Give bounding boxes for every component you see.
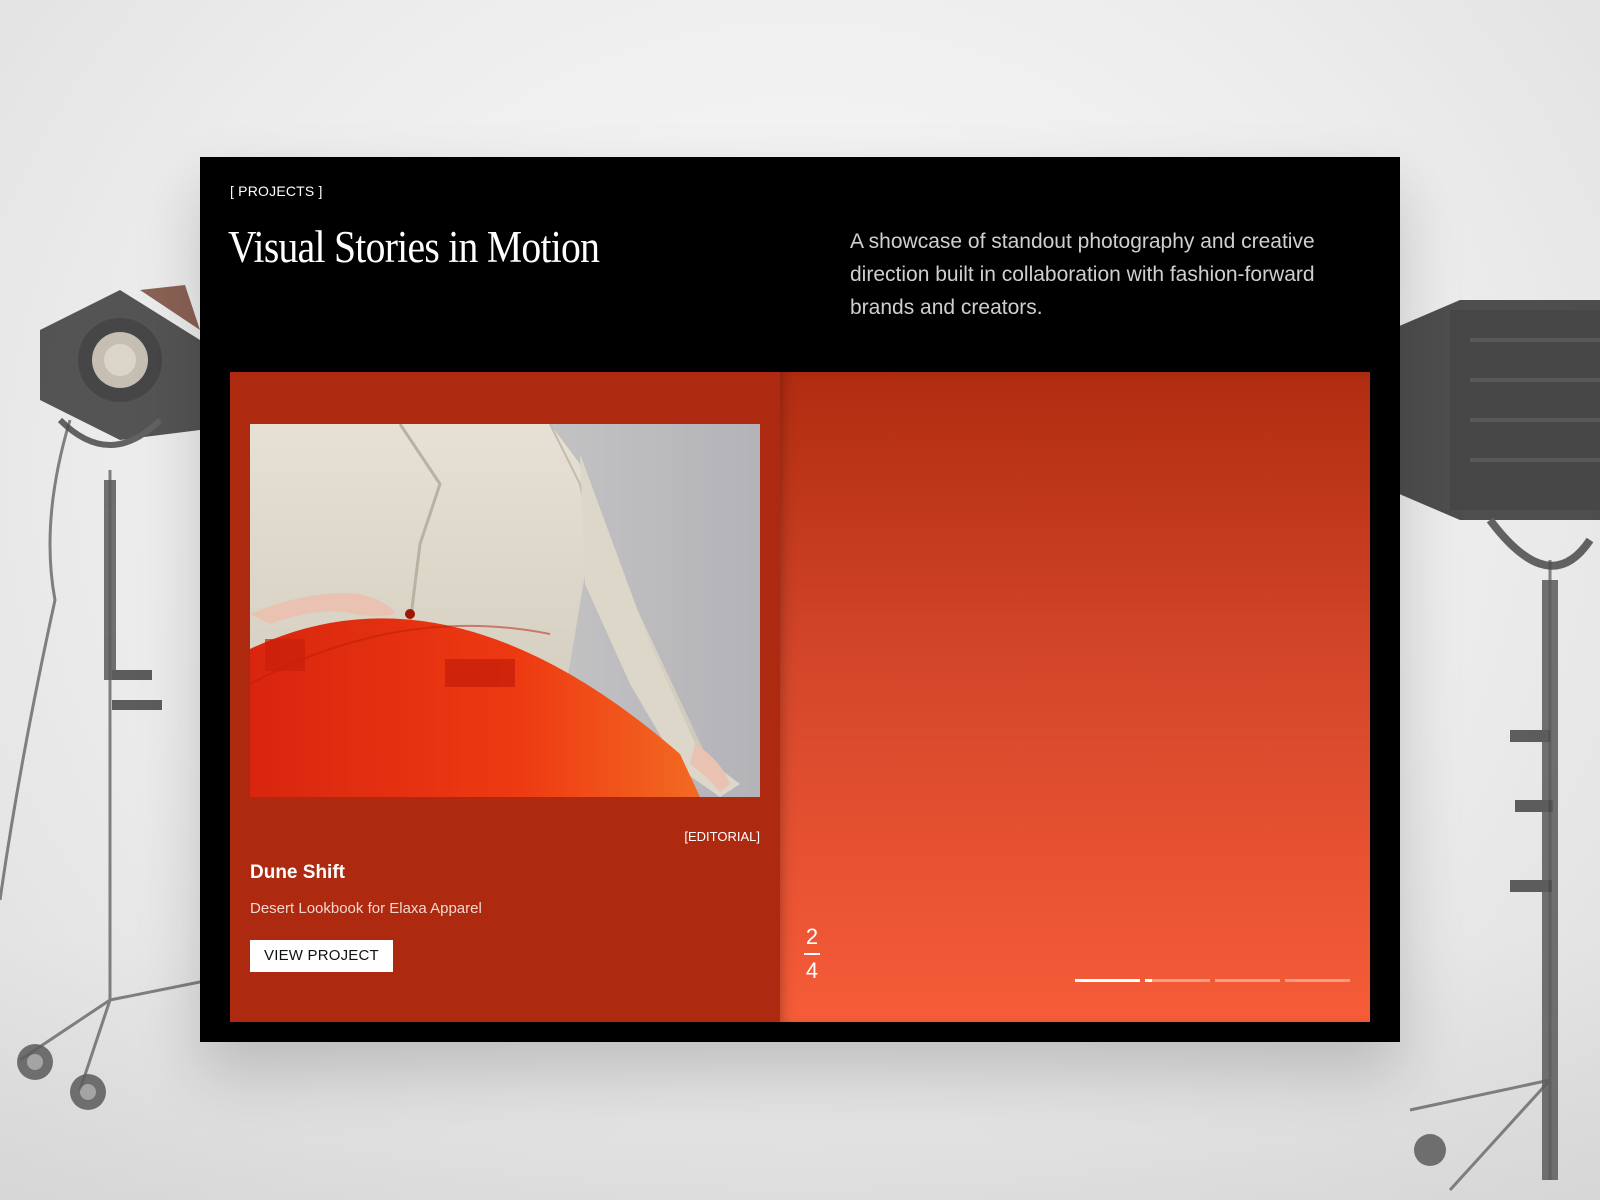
project-image[interactable] (250, 424, 760, 797)
slide-progress-bar[interactable] (1075, 979, 1350, 982)
project-slider[interactable]: [EDITORIAL] Dune Shift Desert Lookbook f… (230, 372, 1370, 1022)
current-slide-number: 2 (805, 924, 819, 949)
progress-segment-fill (1145, 979, 1152, 982)
view-project-button[interactable]: VIEW PROJECT (250, 940, 393, 972)
fashion-photo-icon (250, 424, 760, 797)
project-subtitle: Desert Lookbook for Elaxa Apparel (250, 900, 482, 917)
category-tag: [EDITORIAL] (684, 829, 760, 844)
project-card-active[interactable]: [EDITORIAL] Dune Shift Desert Lookbook f… (230, 372, 780, 1022)
progress-segment-3[interactable] (1215, 979, 1280, 982)
progress-segment-fill (1075, 979, 1140, 982)
counter-divider (804, 953, 820, 955)
slide-counter: 2 4 (802, 923, 822, 985)
studio-light-right-icon (1390, 300, 1600, 1192)
progress-segment-2[interactable] (1145, 979, 1210, 982)
progress-segment-4[interactable] (1285, 979, 1350, 982)
studio-light-left-icon (0, 285, 210, 1110)
projects-panel: [ PROJECTS ] Visual Stories in Motion A … (200, 157, 1400, 1042)
section-description: A showcase of standout photography and c… (850, 230, 1315, 319)
project-title: Dune Shift (250, 862, 345, 883)
next-slide-preview[interactable] (780, 372, 1370, 1022)
section-label: [ PROJECTS ] (230, 183, 323, 199)
page-title: Visual Stories in Motion (228, 222, 600, 272)
progress-segment-1[interactable] (1075, 979, 1140, 982)
total-slide-number: 4 (805, 958, 819, 983)
